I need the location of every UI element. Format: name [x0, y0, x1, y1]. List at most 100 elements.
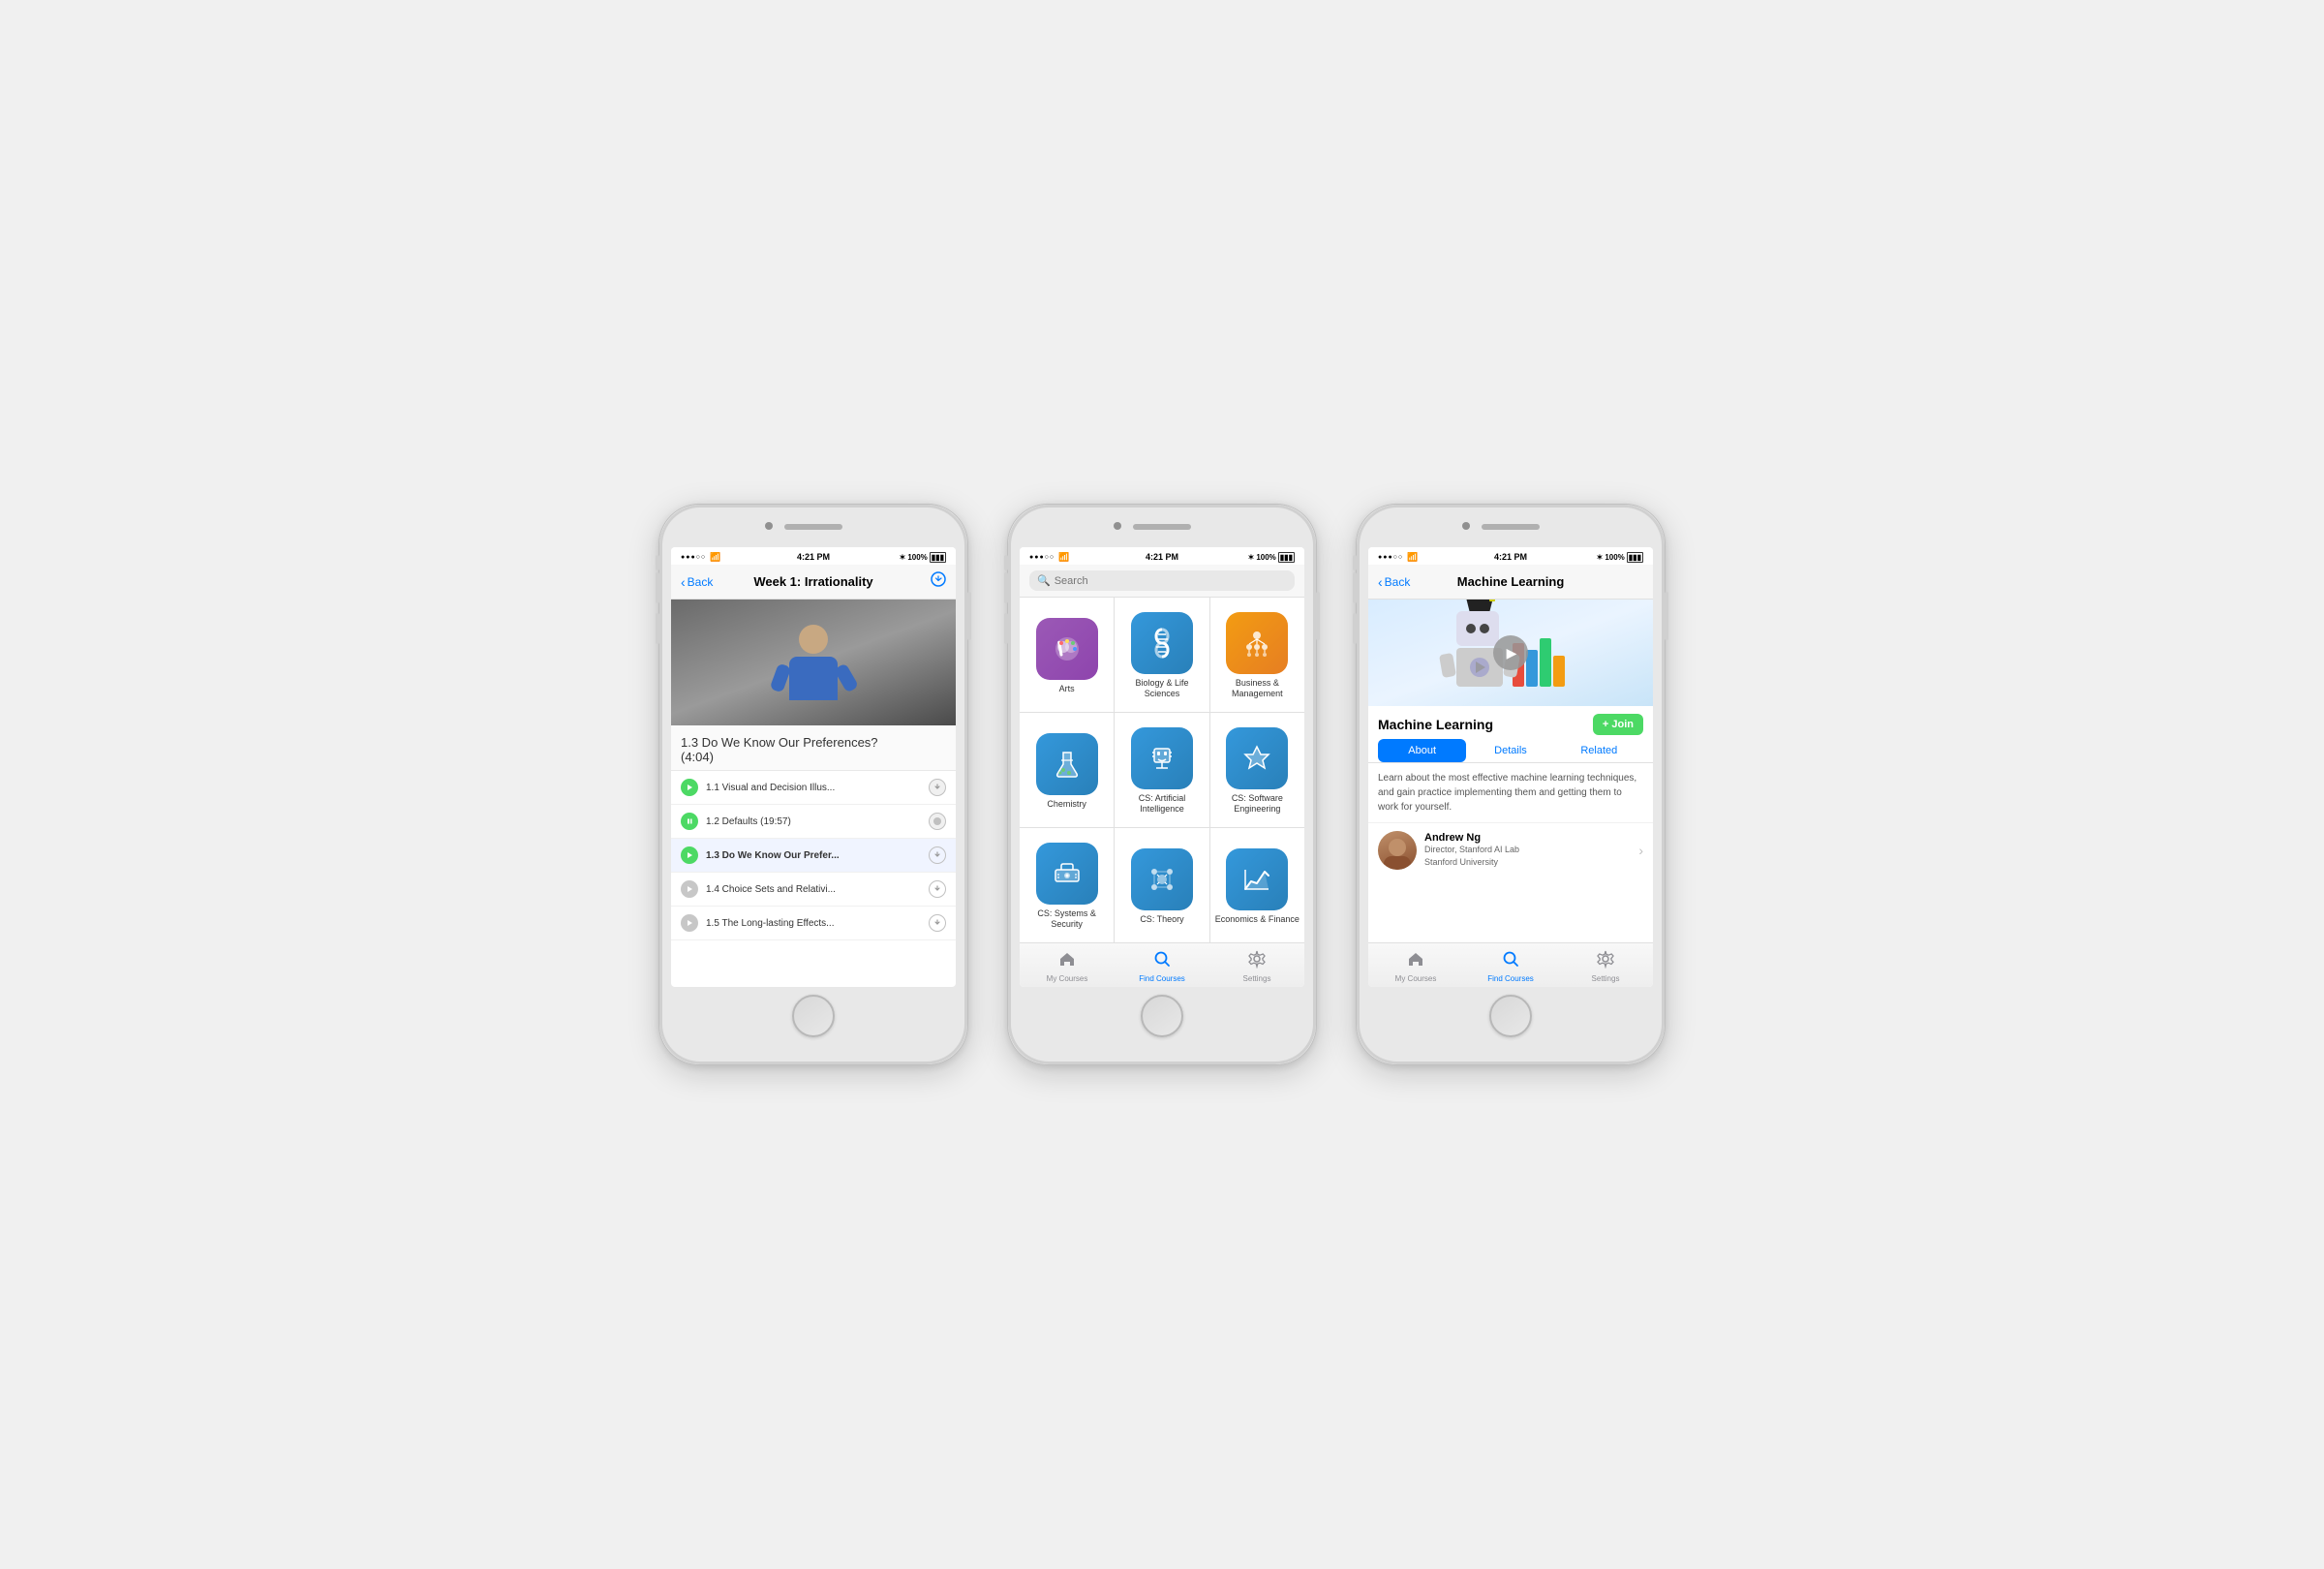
category-cs-theory[interactable]: CS: Theory	[1115, 828, 1208, 942]
battery-label-3: 100%	[1605, 553, 1624, 562]
search-input-2[interactable]	[1055, 575, 1287, 587]
status-left-3: ●●●○○ 📶	[1378, 552, 1418, 563]
power-button-2[interactable]	[1316, 592, 1320, 640]
tab-details-3[interactable]: Details	[1466, 739, 1554, 762]
playlist-text-1-1: 1.1 Visual and Decision Illus...	[706, 783, 921, 793]
category-cs-se[interactable]: CS: Software Engineering	[1210, 713, 1304, 827]
home-icon-2	[1057, 949, 1077, 973]
status-right-1: ✶ 100% ▮▮▮	[900, 552, 946, 563]
category-arts[interactable]: Arts	[1020, 598, 1114, 712]
category-name-econ: Economics & Finance	[1215, 914, 1300, 925]
playlist-text-1-4: 1.4 Choice Sets and Relativi...	[706, 884, 921, 895]
camera-1	[765, 522, 773, 530]
playlist-item-1-1[interactable]: 1.1 Visual and Decision Illus...	[671, 771, 956, 805]
status-bar-2: ●●●○○ 📶 4:21 PM ✶ 100% ▮▮▮	[1020, 547, 1304, 565]
tab-bar-3: My Courses Find Courses	[1368, 942, 1653, 987]
category-econ[interactable]: Economics & Finance	[1210, 828, 1304, 942]
play-button-1-2[interactable]	[681, 813, 698, 830]
playlist-item-1-2[interactable]: 1.2 Defaults (19:57)	[671, 805, 956, 839]
category-name-business: Business & Management	[1214, 678, 1300, 699]
power-button-1[interactable]	[967, 592, 971, 640]
home-button-3[interactable]	[1489, 995, 1532, 1037]
status-bar-1: ●●●○○ 📶 4:21 PM ✶ 100% ▮▮▮	[671, 547, 956, 565]
download-nav-icon-1[interactable]	[931, 571, 946, 592]
home-button-2[interactable]	[1141, 995, 1183, 1037]
tab-related-3[interactable]: Related	[1555, 739, 1643, 762]
speaker-1	[784, 524, 842, 530]
playlist-text-1-2: 1.2 Defaults (19:57)	[706, 816, 921, 827]
play-button-1-4[interactable]	[681, 880, 698, 898]
power-button-3[interactable]	[1665, 592, 1668, 640]
play-button-1-1[interactable]	[681, 779, 698, 796]
category-icon-cs-sys	[1036, 843, 1098, 905]
download-btn-1-2[interactable]	[929, 813, 946, 830]
home-icon-3	[1406, 949, 1425, 973]
vol-up-button-1[interactable]	[656, 572, 659, 603]
tab-label-settings-3: Settings	[1592, 974, 1620, 983]
back-button-3[interactable]: ‹ Back	[1378, 574, 1410, 590]
tab-label-my-courses-2: My Courses	[1047, 974, 1088, 983]
iphone-top-3	[1357, 516, 1665, 543]
tab-find-courses-2[interactable]: Find Courses	[1115, 947, 1209, 985]
vol-up-button-3[interactable]	[1353, 572, 1357, 603]
category-name-bio: Biology & Life Sciences	[1118, 678, 1205, 699]
playlist-item-1-3[interactable]: 1.3 Do We Know Our Prefer...	[671, 839, 956, 873]
nav-bar-3: ‹ Back Machine Learning	[1368, 565, 1653, 600]
course-main-title-3: Machine Learning	[1378, 717, 1493, 732]
instructor-row-3[interactable]: Andrew Ng Director, Stanford AI Lab Stan…	[1368, 822, 1653, 877]
signal-2: ●●●○○	[1029, 554, 1055, 561]
wifi-icon-2: 📶	[1058, 552, 1069, 563]
category-icon-cs-se	[1226, 727, 1288, 789]
bluetooth-icon-1: ✶	[900, 553, 906, 562]
wifi-icon-1: 📶	[710, 552, 720, 563]
download-btn-1-4[interactable]	[929, 880, 946, 898]
download-btn-1-3[interactable]	[929, 846, 946, 864]
silent-button-2[interactable]	[1004, 555, 1008, 570]
category-chemistry[interactable]: Chemistry	[1020, 713, 1114, 827]
play-button-1-5[interactable]	[681, 914, 698, 932]
download-btn-1-1[interactable]	[929, 779, 946, 796]
category-icon-business	[1226, 612, 1288, 674]
back-label-1: Back	[688, 575, 714, 589]
playlist-item-1-4[interactable]: 1.4 Choice Sets and Relativi...	[671, 873, 956, 907]
category-name-arts: Arts	[1059, 684, 1075, 694]
bluetooth-icon-2: ✶	[1248, 553, 1255, 562]
back-button-1[interactable]: ‹ Back	[681, 574, 713, 590]
tab-settings-3[interactable]: Settings	[1558, 947, 1653, 985]
search-icon-tab-2	[1152, 949, 1172, 973]
search-bar-2[interactable]: 🔍	[1029, 570, 1295, 591]
silent-button-3[interactable]	[1353, 555, 1357, 570]
battery-label-1: 100%	[907, 553, 927, 562]
categories-grid-2: Arts Biology & Life Scien	[1020, 598, 1304, 942]
play-button-1-3[interactable]	[681, 846, 698, 864]
download-btn-1-5[interactable]	[929, 914, 946, 932]
category-cs-ai[interactable]: CS: Artificial Intelligence	[1115, 713, 1208, 827]
vol-down-button-1[interactable]	[656, 613, 659, 644]
vol-up-button-2[interactable]	[1004, 572, 1008, 603]
vol-down-button-3[interactable]	[1353, 613, 1357, 644]
screen-1: ●●●○○ 📶 4:21 PM ✶ 100% ▮▮▮ ‹ Back Week 1…	[671, 547, 956, 987]
join-button-3[interactable]: + Join	[1593, 714, 1643, 735]
phones-container: ●●●○○ 📶 4:21 PM ✶ 100% ▮▮▮ ‹ Back Week 1…	[658, 504, 1666, 1065]
tab-find-courses-3[interactable]: Find Courses	[1463, 947, 1558, 985]
instructor-name-3: Andrew Ng	[1424, 832, 1631, 844]
category-bio[interactable]: Biology & Life Sciences	[1115, 598, 1208, 712]
time-1: 4:21 PM	[797, 552, 830, 562]
category-business[interactable]: Business & Management	[1210, 598, 1304, 712]
wifi-icon-3: 📶	[1407, 552, 1418, 563]
home-button-1[interactable]	[792, 995, 835, 1037]
time-2: 4:21 PM	[1146, 552, 1178, 562]
video-player-1[interactable]	[671, 600, 956, 725]
vol-down-button-2[interactable]	[1004, 613, 1008, 644]
tab-about-3[interactable]: About	[1378, 739, 1466, 762]
play-overlay-3[interactable]	[1493, 635, 1528, 670]
tab-my-courses-3[interactable]: My Courses	[1368, 947, 1463, 985]
status-right-3: ✶ 100% ▮▮▮	[1597, 552, 1643, 563]
back-chevron-3: ‹	[1378, 574, 1383, 590]
silent-button-1[interactable]	[656, 555, 659, 570]
playlist-item-1-5[interactable]: 1.5 The Long-lasting Effects...	[671, 907, 956, 940]
tab-settings-2[interactable]: Settings	[1209, 947, 1304, 985]
tab-my-courses-2[interactable]: My Courses	[1020, 947, 1115, 985]
search-bar-wrapper-2: 🔍	[1020, 565, 1304, 598]
category-cs-sys[interactable]: CS: Systems & Security	[1020, 828, 1114, 942]
